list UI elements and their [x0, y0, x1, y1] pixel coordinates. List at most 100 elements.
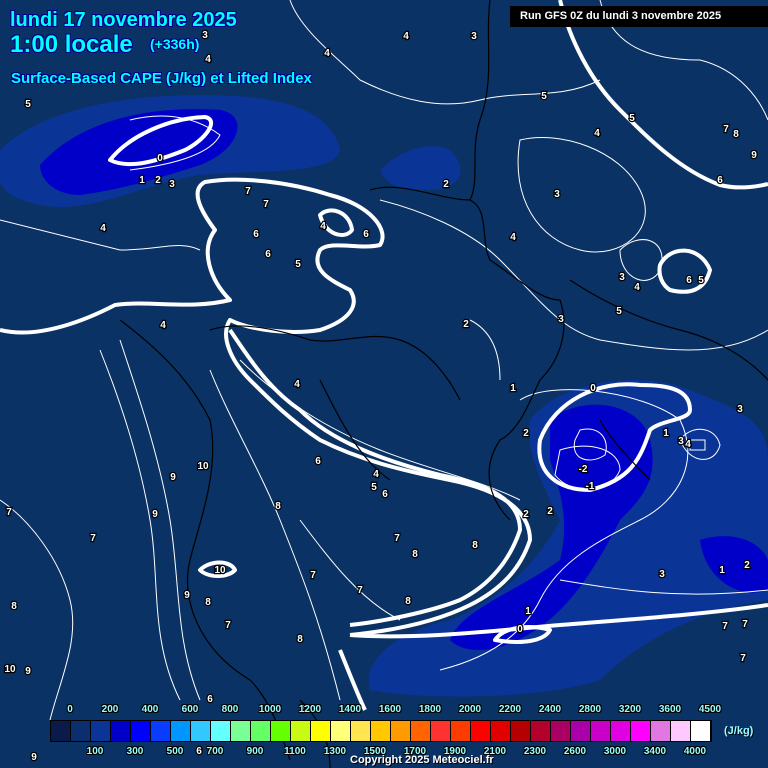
lifted-index-value-label: 9 — [152, 509, 158, 520]
lifted-index-value-label: 4 — [205, 54, 211, 65]
color-scale-label: 1400 — [338, 704, 362, 715]
color-scale-label: 400 — [141, 704, 159, 715]
lifted-index-value-label: 4 — [294, 379, 300, 390]
lifted-index-value-label: 1 — [139, 175, 145, 186]
lifted-index-value-label: -1 — [586, 481, 595, 492]
color-scale-cell — [491, 721, 511, 741]
color-scale-label: 2600 — [563, 746, 587, 757]
lifted-index-value-label: 6 — [315, 456, 321, 467]
lifted-index-value-label: 7 — [263, 199, 269, 210]
lifted-index-value-label: 6 — [717, 175, 723, 186]
color-scale-label: 3200 — [618, 704, 642, 715]
color-scale-label: 200 — [101, 704, 119, 715]
lifted-index-value-label: 7 — [310, 570, 316, 581]
color-scale-cell — [71, 721, 91, 741]
lifted-index-value-label: 2 — [463, 319, 469, 330]
lifted-index-value-label: 9 — [25, 666, 31, 677]
lifted-index-value-label: 9 — [31, 752, 37, 763]
color-scale-cell — [691, 721, 711, 741]
lifted-index-value-label: 3 — [554, 189, 560, 200]
lifted-index-value-label: 8 — [275, 501, 281, 512]
lifted-index-value-label: 2 — [523, 509, 529, 520]
color-scale-cell — [131, 721, 151, 741]
color-scale-label: 1200 — [298, 704, 322, 715]
color-scale-label: 1100 — [284, 746, 306, 757]
color-scale-label: 500 — [166, 746, 184, 757]
lifted-index-value-label: 3 — [659, 569, 665, 580]
lifted-index-value-label: 3 — [558, 314, 564, 325]
lifted-index-value-label: 9 — [751, 150, 757, 161]
color-scale-cell — [171, 721, 191, 741]
lifted-index-value-label: 5 — [295, 259, 301, 270]
lifted-index-value-label: 10 — [4, 664, 16, 675]
lifted-index-value-label: 3 — [737, 404, 743, 415]
lifted-index-value-label: 5 — [25, 99, 31, 110]
color-scale-label: 0 — [67, 704, 73, 715]
lifted-index-value-label: 7 — [6, 507, 12, 518]
color-scale-label: 4500 — [698, 704, 722, 715]
lifted-index-value-label: 6 — [686, 275, 692, 286]
color-scale-label: 600 — [181, 704, 199, 715]
color-scale-label: 3400 — [643, 746, 667, 757]
lifted-index-value-label: -2 — [579, 464, 588, 475]
color-scale-cell — [391, 721, 411, 741]
color-scale-cell — [651, 721, 671, 741]
color-scale-cell — [151, 721, 171, 741]
lifted-index-value-label: 0 — [157, 153, 163, 164]
lifted-index-value-label: 9 — [184, 590, 190, 601]
color-scale-cell — [411, 721, 431, 741]
color-scale-cell — [211, 721, 231, 741]
lifted-index-value-label: 4 — [160, 320, 166, 331]
lifted-index-value-label: 3 — [471, 31, 477, 42]
color-scale-cell — [251, 721, 271, 741]
lifted-index-value-label: 7 — [245, 186, 251, 197]
color-scale-cell — [191, 721, 211, 741]
lifted-index-value-label: 7 — [722, 621, 728, 632]
lifted-index-value-label: 5 — [698, 275, 704, 286]
color-scale-label: 4000 — [683, 746, 707, 757]
color-scale-label: 800 — [221, 704, 239, 715]
lifted-index-value-label: 8 — [205, 597, 211, 608]
color-scale-cell — [371, 721, 391, 741]
lifted-index-value-label: 4 — [403, 31, 409, 42]
lifted-index-value-label: 4 — [594, 128, 600, 139]
lifted-index-value-label: 7 — [394, 533, 400, 544]
color-scale-label: 1000 — [258, 704, 282, 715]
lifted-index-value-label: 1 — [719, 565, 725, 576]
weather-map: 01 2 3477665464234344554 7 896346 55324 1 02 13 4… — [0, 0, 768, 768]
lifted-index-value-label: 5 — [629, 113, 635, 124]
lifted-index-value-label: 8 — [11, 601, 17, 612]
color-scale-cell — [471, 721, 491, 741]
color-scale-label: 2800 — [578, 704, 602, 715]
lifted-index-value-label: 1 — [510, 383, 516, 394]
lifted-index-value-label: 6 — [363, 229, 369, 240]
color-scale-cell — [551, 721, 571, 741]
color-scale-label: 300 — [126, 746, 144, 757]
lifted-index-value-label: 5 — [371, 482, 377, 493]
lifted-index-value-label: 10 — [197, 461, 209, 472]
color-scale-cell — [311, 721, 331, 741]
lifted-index-value-label: 10 — [214, 565, 226, 576]
lifted-index-value-label: 6 — [207, 694, 213, 705]
color-scale-cell — [611, 721, 631, 741]
lifted-index-value-label: 2 — [443, 179, 449, 190]
lifted-index-value-label: 2 — [744, 560, 750, 571]
lifted-index-value-label: 7 — [723, 124, 729, 135]
lifted-index-value-label: 6 — [265, 249, 271, 260]
color-scale-bar — [50, 720, 712, 742]
parameter-title: Surface-Based CAPE (J/kg) et Lifted Inde… — [11, 70, 312, 87]
lifted-index-value-label: 8 — [472, 540, 478, 551]
lifted-index-value-label: 6 — [196, 746, 202, 757]
lifted-index-value-label: 1 — [525, 606, 531, 617]
color-scale-cell — [431, 721, 451, 741]
color-scale-cell — [331, 721, 351, 741]
lifted-index-value-label: 4 — [100, 223, 106, 234]
lifted-index-value-label: 8 — [733, 129, 739, 140]
lifted-index-value-label: 7 — [90, 533, 96, 544]
lifted-index-value-label: 0 — [590, 383, 596, 394]
lifted-index-value-label: 5 — [616, 306, 622, 317]
lifted-index-value-label: 4 — [324, 48, 330, 59]
color-scale-cell — [111, 721, 131, 741]
copyright: Copyright 2025 Meteociel.fr — [350, 754, 494, 766]
color-scale-label: 2000 — [458, 704, 482, 715]
